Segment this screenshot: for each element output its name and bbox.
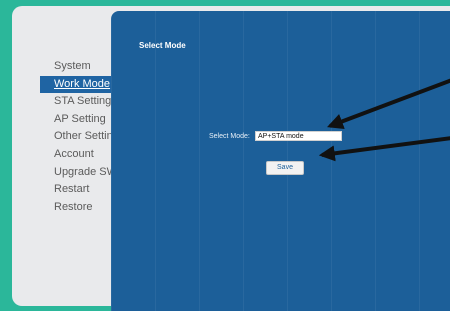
annotation-arrows <box>318 78 450 162</box>
annotation-arrow-icon <box>318 136 450 162</box>
annotation-arrow-icon <box>327 78 450 129</box>
